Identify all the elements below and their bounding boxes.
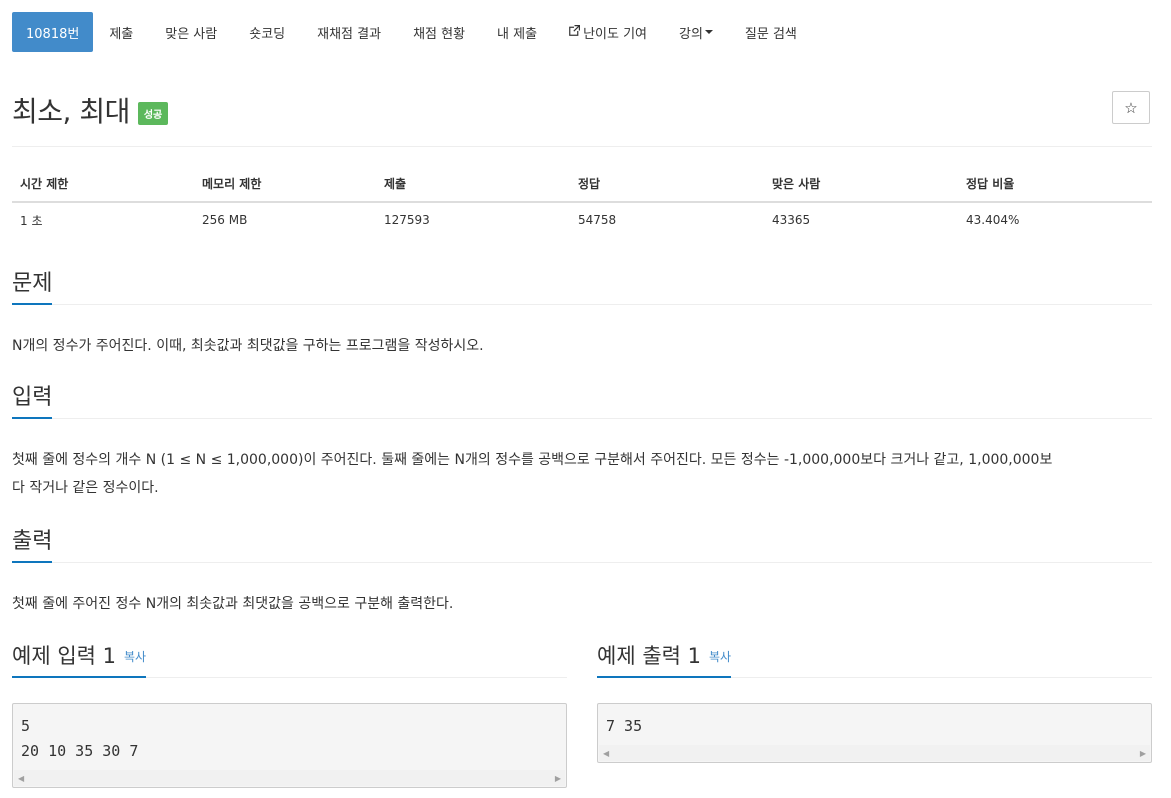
input-section: 입력 첫째 줄에 정수의 개수 N (1 ≤ N ≤ 1,000,000)이 주… bbox=[12, 382, 1152, 502]
problem-title-row: 최소, 최대 성공 bbox=[12, 88, 169, 132]
value-time-limit: 1 초 bbox=[20, 213, 43, 228]
tab-accepted-users[interactable]: 맞은 사람 bbox=[149, 12, 233, 52]
tab-judge-status[interactable]: 채점 현황 bbox=[397, 12, 481, 52]
section-headline: 문제 bbox=[12, 268, 1152, 305]
scroll-left-icon[interactable]: ◀ bbox=[603, 749, 609, 758]
section-heading: 문제 bbox=[12, 269, 53, 305]
status-badge: 성공 bbox=[137, 101, 169, 125]
problem-page: 10818번 제출 맞은 사람 숏코딩 재채점 결과 채점 현황 내 제출 난이… bbox=[0, 0, 1171, 798]
tab-label: 질문 검색 bbox=[744, 26, 797, 42]
table-header-row: 시간 제한 메모리 제한 제출 정답 맞은 사람 정답 비율 bbox=[12, 166, 1152, 203]
sample-input-line: 20 10 35 30 7 bbox=[21, 742, 139, 760]
tab-question-search[interactable]: 질문 검색 bbox=[729, 12, 813, 52]
tab-label: 제출 bbox=[109, 26, 134, 42]
table-row: 1 초 256 MB 127593 54758 43365 43.404% bbox=[12, 202, 1152, 237]
copy-sample-input-link[interactable]: 복사 bbox=[124, 650, 146, 664]
sample-input-box[interactable]: 5 20 10 35 30 7 ◀ ▶ bbox=[12, 703, 567, 788]
tab-difficulty-contribution[interactable]: 난이도 기여 bbox=[553, 12, 663, 52]
favorite-star-button[interactable]: ☆ bbox=[1112, 91, 1150, 124]
value-submissions: 127593 bbox=[384, 213, 430, 227]
horizontal-scrollbar[interactable]: ◀ ▶ bbox=[599, 745, 1150, 761]
sample-output-line: 7 35 bbox=[606, 717, 643, 735]
section-heading: 예제 출력 1 복사 bbox=[597, 641, 732, 678]
header-accepted-users: 맞은 사람 bbox=[764, 166, 958, 203]
header-accept-ratio: 정답 비율 bbox=[958, 166, 1152, 203]
section-heading: 입력 bbox=[12, 383, 53, 419]
tab-problem-number[interactable]: 10818번 bbox=[12, 12, 94, 52]
scroll-right-icon[interactable]: ▶ bbox=[1140, 749, 1146, 758]
input-description-line: 다 작거나 같은 정수이다. bbox=[12, 480, 159, 496]
title-divider bbox=[12, 146, 1152, 147]
sample-output-box[interactable]: 7 35 ◀ ▶ bbox=[597, 703, 1152, 763]
problem-description-text: N개의 정수가 주어진다. 이때, 최솟값과 최댓값을 구하는 프로그램을 작성… bbox=[12, 338, 484, 354]
sample-input-section: 예제 입력 1 복사 bbox=[12, 641, 567, 678]
section-headline: 예제 출력 1 복사 bbox=[597, 641, 1152, 678]
horizontal-scrollbar[interactable]: ◀ ▶ bbox=[14, 770, 565, 786]
problem-info-table: 시간 제한 메모리 제한 제출 정답 맞은 사람 정답 비율 1 초 256 M… bbox=[12, 166, 1152, 237]
value-accepted: 54758 bbox=[578, 213, 617, 227]
sample-output-heading: 예제 출력 1 bbox=[597, 644, 701, 668]
tab-label: 채점 현황 bbox=[413, 26, 466, 42]
section-heading: 출력 bbox=[12, 527, 53, 563]
tab-label: 맞은 사람 bbox=[165, 26, 218, 42]
scroll-right-icon[interactable]: ▶ bbox=[555, 774, 561, 783]
header-time-limit: 시간 제한 bbox=[12, 166, 194, 203]
sample-input-heading: 예제 입력 1 bbox=[12, 644, 116, 668]
problem-description-section: 문제 N개의 정수가 주어진다. 이때, 최솟값과 최댓값을 구하는 프로그램을… bbox=[12, 268, 1152, 360]
tab-label: 10818번 bbox=[26, 26, 80, 42]
external-link-icon bbox=[569, 25, 581, 39]
tab-short-coding[interactable]: 숏코딩 bbox=[233, 12, 301, 52]
input-description-line: 첫째 줄에 정수의 개수 N (1 ≤ N ≤ 1,000,000)이 주어진다… bbox=[12, 452, 1053, 468]
section-headline: 예제 입력 1 복사 bbox=[12, 641, 567, 678]
problem-title: 최소, 최대 bbox=[12, 95, 130, 128]
star-icon: ☆ bbox=[1124, 98, 1138, 117]
tab-label: 내 제출 bbox=[497, 26, 538, 42]
scroll-left-icon[interactable]: ◀ bbox=[18, 774, 24, 783]
tab-my-submissions[interactable]: 내 제출 bbox=[481, 12, 553, 52]
tab-label: 강의 bbox=[679, 26, 703, 42]
section-headline: 출력 bbox=[12, 526, 1152, 563]
value-memory-limit: 256 MB bbox=[202, 213, 248, 227]
header-accepted: 정답 bbox=[570, 166, 764, 203]
tab-label: 난이도 기여 bbox=[583, 26, 647, 42]
tab-submit[interactable]: 제출 bbox=[93, 12, 149, 52]
section-heading: 예제 입력 1 복사 bbox=[12, 641, 147, 678]
output-section: 출력 첫째 줄에 주어진 정수 N개의 최솟값과 최댓값을 공백으로 구분해 출… bbox=[12, 526, 1152, 618]
caret-down-icon bbox=[704, 30, 713, 34]
problem-menu-tabs: 10818번 제출 맞은 사람 숏코딩 재채점 결과 채점 현황 내 제출 난이… bbox=[12, 12, 813, 52]
sample-input-line: 5 bbox=[21, 717, 31, 735]
section-headline: 입력 bbox=[12, 382, 1152, 419]
sample-output-section: 예제 출력 1 복사 bbox=[597, 641, 1152, 678]
header-submissions: 제출 bbox=[376, 166, 570, 203]
header-memory-limit: 메모리 제한 bbox=[194, 166, 376, 203]
value-accepted-users: 43365 bbox=[772, 213, 811, 227]
value-accept-ratio: 43.404% bbox=[966, 213, 1020, 227]
tab-rejudge-results[interactable]: 재채점 결과 bbox=[301, 12, 397, 52]
output-description-text: 첫째 줄에 주어진 정수 N개의 최솟값과 최댓값을 공백으로 구분해 출력한다… bbox=[12, 596, 454, 612]
copy-sample-output-link[interactable]: 복사 bbox=[709, 650, 731, 664]
tab-label: 재채점 결과 bbox=[317, 26, 382, 42]
tab-lectures-dropdown[interactable]: 강의 bbox=[663, 12, 729, 52]
tab-label: 숏코딩 bbox=[249, 26, 286, 42]
